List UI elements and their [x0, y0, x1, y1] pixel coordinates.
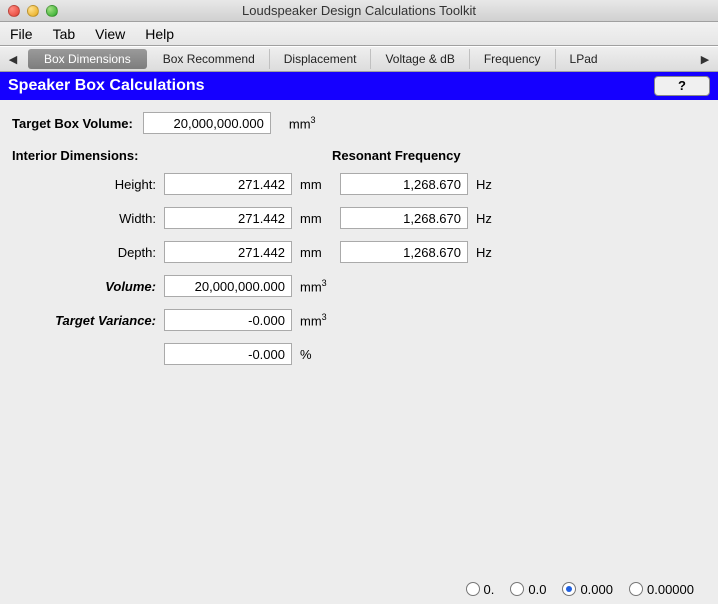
volume-label: Volume: [12, 279, 164, 294]
variance-output [164, 309, 292, 331]
width-freq-input[interactable] [340, 207, 468, 229]
height-freq-unit: Hz [468, 177, 512, 192]
help-button[interactable]: ? [654, 76, 710, 96]
depth-input[interactable] [164, 241, 292, 263]
target-volume-label: Target Box Volume: [12, 116, 133, 131]
tabs-scroll-right[interactable]: ▶ [692, 47, 718, 71]
volume-output [164, 275, 292, 297]
radio-icon [562, 582, 576, 596]
tab-displacement[interactable]: Displacement [270, 49, 372, 69]
close-button[interactable] [8, 5, 20, 17]
page-header: Speaker Box Calculations ? [0, 72, 718, 100]
depth-freq-unit: Hz [468, 245, 512, 260]
height-unit: mm [292, 177, 336, 192]
height-input[interactable] [164, 173, 292, 195]
variance-label: Target Variance: [12, 313, 164, 328]
variance-unit: mm3 [292, 312, 336, 328]
content-area: Speaker Box Calculations ? Target Box Vo… [0, 72, 718, 574]
radio-icon [466, 582, 480, 596]
target-volume-input[interactable] [143, 112, 271, 134]
precision-2[interactable]: 0.000 [562, 582, 613, 597]
tab-voltage-db[interactable]: Voltage & dB [371, 49, 469, 69]
width-label: Width: [12, 211, 164, 226]
target-volume-row: Target Box Volume: mm3 [12, 112, 706, 134]
precision-1-label: 0.0 [528, 582, 546, 597]
depth-row: Depth: mm Hz [12, 241, 706, 263]
menubar: File Tab View Help [0, 22, 718, 46]
menu-help[interactable]: Help [145, 26, 174, 42]
depth-label: Depth: [12, 245, 164, 260]
depth-freq-input[interactable] [340, 241, 468, 263]
window-title: Loudspeaker Design Calculations Toolkit [0, 3, 718, 18]
page-title: Speaker Box Calculations [8, 77, 205, 95]
variance-pct-output [164, 343, 292, 365]
volume-row: Volume: mm3 [12, 275, 706, 297]
window-controls [0, 5, 58, 17]
form: Target Box Volume: mm3 Interior Dimensio… [0, 100, 718, 389]
target-volume-unit: mm3 [281, 115, 325, 131]
section-labels: Interior Dimensions: Resonant Frequency [12, 148, 706, 163]
width-input[interactable] [164, 207, 292, 229]
height-row: Height: mm Hz [12, 173, 706, 195]
resonant-frequency-label: Resonant Frequency [332, 148, 461, 163]
precision-0-label: 0. [484, 582, 495, 597]
width-freq-unit: Hz [468, 211, 512, 226]
precision-3-label: 0.00000 [647, 582, 694, 597]
tab-frequency[interactable]: Frequency [470, 49, 556, 69]
minimize-button[interactable] [27, 5, 39, 17]
width-row: Width: mm Hz [12, 207, 706, 229]
precision-footer: 0. 0.0 0.000 0.00000 [0, 574, 718, 604]
precision-0[interactable]: 0. [466, 582, 495, 597]
variance-row: Target Variance: mm3 [12, 309, 706, 331]
volume-unit: mm3 [292, 278, 336, 294]
tab-box-dimensions[interactable]: Box Dimensions [28, 49, 147, 69]
menu-tab[interactable]: Tab [53, 26, 76, 42]
titlebar: Loudspeaker Design Calculations Toolkit [0, 0, 718, 22]
variance-pct-row: % [12, 343, 706, 365]
depth-unit: mm [292, 245, 336, 260]
precision-1[interactable]: 0.0 [510, 582, 546, 597]
precision-3[interactable]: 0.00000 [629, 582, 694, 597]
menu-file[interactable]: File [10, 26, 33, 42]
precision-2-label: 0.000 [580, 582, 613, 597]
radio-icon [510, 582, 524, 596]
zoom-button[interactable] [46, 5, 58, 17]
width-unit: mm [292, 211, 336, 226]
radio-icon [629, 582, 643, 596]
tab-box-recommend[interactable]: Box Recommend [149, 49, 270, 69]
tabbar: ◀ Box Dimensions Box Recommend Displacem… [0, 46, 718, 72]
tabs-scroll-left[interactable]: ◀ [0, 47, 26, 71]
tab-lpad[interactable]: LPad [556, 49, 612, 69]
menu-view[interactable]: View [95, 26, 125, 42]
height-freq-input[interactable] [340, 173, 468, 195]
height-label: Height: [12, 177, 164, 192]
interior-dimensions-label: Interior Dimensions: [12, 148, 332, 163]
tabs: Box Dimensions Box Recommend Displacemen… [26, 47, 692, 71]
variance-pct-unit: % [292, 347, 336, 362]
